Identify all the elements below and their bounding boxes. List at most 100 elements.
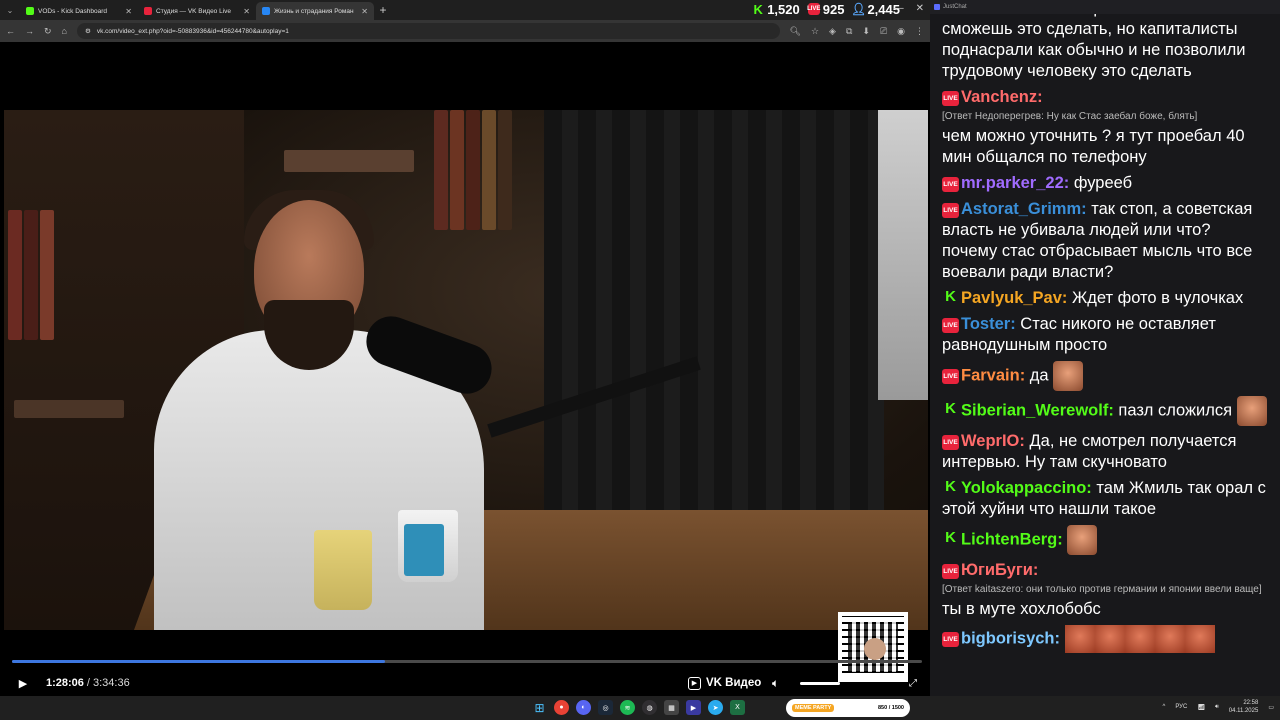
zoom-icon[interactable]: 🔍︎ [790,26,801,37]
laughing-face-emote [1067,525,1098,555]
browser-tab[interactable]: VODs - Kick Dashboard ✕ [20,2,138,20]
spotify-icon[interactable]: ≋ [620,700,635,715]
keyboard-language[interactable]: РУС [1175,704,1187,710]
vk-video-logo[interactable]: ▶ VK Видео [688,676,762,690]
tab-title: Жизнь и страдания Роман [274,7,354,15]
chat-message: LIVE Farvain: да [930,359,1280,394]
chat-username[interactable]: Yolokappaccino: [961,479,1092,497]
chat-text: Ждет фото в чулочках [1072,289,1244,307]
chat-message: LIVE bigborisych: [930,623,1280,656]
meme-party-value: 850 / 1500 [878,705,904,711]
telegram-icon[interactable]: ➤ [708,700,723,715]
notifications-icon[interactable]: ▭ [1268,704,1274,711]
network-icon[interactable]: 📶︎ [1197,704,1205,711]
fullscreen-icon[interactable]: ⤢ [909,678,917,689]
volume-icon[interactable]: 🔈︎ [772,676,779,691]
play-icon[interactable]: ▶ [8,677,38,690]
current-time: 1:28:06 [46,677,84,689]
time-display: 1:28:06/3:34:36 [46,677,130,689]
chat-reply-quote: [Ответ Недоперегрев: Ну как Стас заебал … [942,111,1198,122]
video-frame[interactable] [4,110,928,630]
viewer-stats: K 1,520 LIVE 925 👤︎ 2,445 [752,0,901,18]
forward-icon[interactable]: → [25,26,34,36]
minimize-icon[interactable]: — [894,3,904,14]
close-icon[interactable]: ✕ [916,3,924,14]
chat-message: LIVE Vanchenz: [Ответ Недоперегрев: Ну ка… [930,85,1280,171]
clock[interactable]: 22:58 04.11.2025 [1229,699,1259,715]
sound-icon[interactable]: 🔊︎ [1215,704,1219,711]
discord-icon[interactable]: ◐ [576,700,591,715]
tab-close-icon[interactable]: ✕ [243,7,250,16]
chat-message: K Siberian_Werewolf: пазл сложился [930,394,1280,429]
site-info-icon[interactable]: ⚙ [85,27,91,35]
vk-live-badge-icon: LIVE [942,369,959,385]
chat-app-title: JustChat [943,4,967,10]
kick-icon: K [753,1,763,17]
windows-start-icon[interactable]: ⊞ [532,700,547,715]
extensions-puzzle-icon[interactable]: ⧉ [846,26,852,37]
chrome-icon[interactable]: ● [554,700,569,715]
new-tab-button[interactable]: + [374,3,392,17]
extension-icon[interactable]: ◈ [829,26,836,37]
cast-icon[interactable]: ⎚ [880,26,887,37]
kick-badge-icon: K [945,529,956,547]
tab-title: Студия — VK Видео Live [156,7,232,15]
chat-username[interactable]: Vanchenz: [961,88,1043,106]
vk-live-badge-icon: LIVE [942,564,959,579]
laughing-man-emote [1053,361,1084,391]
chat-username[interactable]: Siberian_Werewolf: [961,401,1114,419]
browser-tab[interactable]: Студия — VK Видео Live ✕ [138,2,256,20]
chat-username[interactable]: bigborisych: [961,629,1060,647]
download-icon[interactable]: ⬇ [862,26,870,37]
chat-username[interactable]: ЮгиБуги: [961,561,1038,579]
chat-username[interactable]: WeprIO: [961,432,1025,450]
steam-icon[interactable]: ◎ [598,700,613,715]
vk-video-label: VK Видео [706,677,762,689]
clock-date: 04.11.2025 [1228,708,1259,714]
books-lower-image [14,400,124,418]
vk-live-viewers-count: 925 [822,1,845,17]
meme-party-widget[interactable]: MEME PARTY 850 / 1500 [786,699,910,717]
address-bar-row: ← → ↻ ⌂ ⚙ vk.com/video_ext.php?oid=-5088… [0,20,930,42]
emote-row [1064,625,1215,653]
seek-bar[interactable] [12,660,922,663]
volume-slider[interactable] [800,682,840,685]
profile-icon[interactable]: ◉ [897,26,905,37]
tab-close-icon[interactable]: ✕ [125,7,132,16]
chat-username[interactable]: Farvain: [961,366,1025,384]
menu-icon[interactable]: ⋮ [915,26,924,37]
kick-badge-icon: K [945,478,956,495]
laughing-face-emote [1236,396,1267,426]
media-player-icon[interactable]: ▦ [664,700,679,715]
chat-username[interactable]: mr.parker_22: [961,174,1069,192]
taskbar: ⊞ ● ◐ ◎ ≋ ◍ ▦ ▶ ➤ X MEME PARTY 850 / 150… [0,696,1280,720]
video-player[interactable]: ▶ 1:28:06/3:34:36 ▶ VK Видео 🔈︎ ⤢ [4,42,928,696]
kick-badge-icon: K [945,288,956,305]
reload-icon[interactable]: ↻ [44,26,52,37]
toolbar-icons: 🔍︎ ☆ ◈ ⧉ ⬇ ⎚ ◉ ⋮ [790,26,924,37]
vk-live-badge-icon: LIVE [942,177,959,192]
obs-icon[interactable]: ◍ [642,700,657,715]
chat-text: пазл сложился [1118,401,1233,420]
chat-username[interactable]: Astorat_Grimm: [961,200,1087,218]
chat-message: K Pavlyuk_Pav: Ждет фото в чулочках [930,286,1280,312]
video-app-icon[interactable]: ▶ [686,700,701,715]
excel-icon[interactable]: X [730,700,745,715]
url-field[interactable]: ⚙ vk.com/video_ext.php?oid=-50883936&id=… [76,23,780,39]
chat-text: да [1029,366,1049,385]
browser-tab[interactable]: Жизнь и страдания Роман ✕ [256,2,374,20]
chat-messages: можно найти в интернете и ты сам сможешь… [930,0,1280,656]
chat-message: LIVE WeprIO: Да, не смотрел получается ин… [930,429,1280,476]
meme-party-title: MEME PARTY [792,704,835,712]
bookmark-star-icon[interactable]: ☆ [811,26,819,37]
chat-username[interactable]: Toster: [961,315,1016,333]
tab-close-icon[interactable]: ✕ [361,7,368,16]
back-icon[interactable]: ← [6,26,15,36]
taskbar-apps: ⊞ ● ◐ ◎ ≋ ◍ ▦ ▶ ➤ X [532,700,745,715]
tray-chevron-icon[interactable]: ^ [1162,704,1165,710]
duration: 3:34:36 [92,677,130,689]
tab-search-icon[interactable]: ⌄ [0,0,20,20]
home-icon[interactable]: ⌂ [62,26,67,36]
chat-username[interactable]: LichtenBerg: [961,530,1063,548]
chat-username[interactable]: Pavlyuk_Pav: [961,289,1067,307]
